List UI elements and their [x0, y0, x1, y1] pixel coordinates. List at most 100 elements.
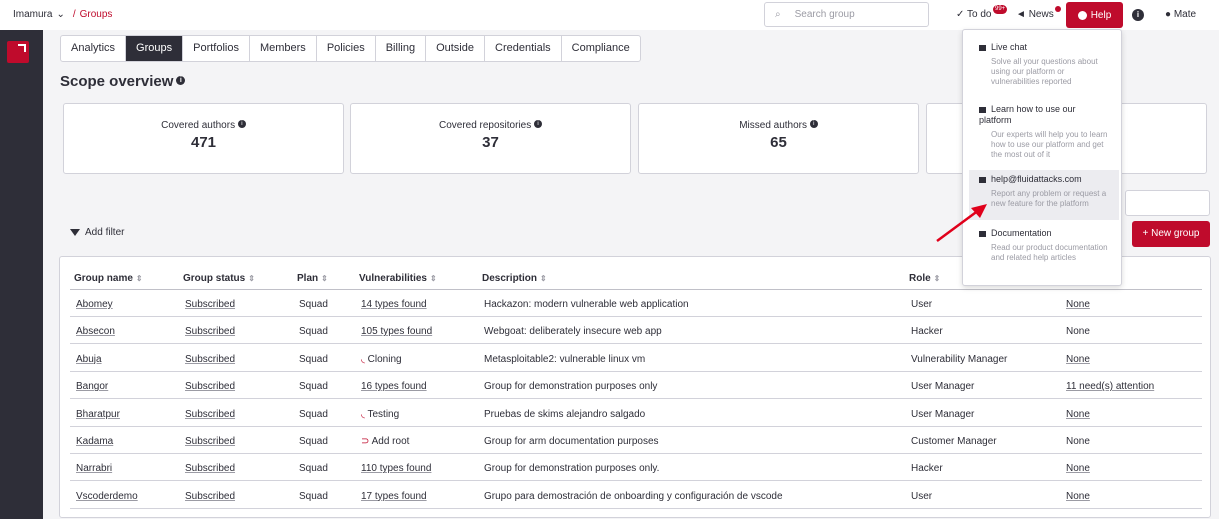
info-icon[interactable]: i — [237, 120, 246, 128]
news-button[interactable]: ◄ News — [1016, 9, 1054, 20]
table-row[interactable]: Narrabri Subscribed Squad 110 types found Gr… — [70, 454, 1202, 482]
group-events[interactable]: None — [1066, 299, 1090, 310]
table-row[interactable]: Absecon Subscribed Squad 105 types found Web… — [70, 317, 1202, 345]
group-events[interactable]: None — [1066, 491, 1090, 502]
group-events[interactable]: None — [1066, 409, 1090, 420]
header-role[interactable]: Role ⇕ — [909, 273, 940, 284]
group-name-link[interactable]: Abomey — [76, 299, 113, 310]
sort-icon[interactable]: ⇕ — [248, 274, 255, 283]
tab-members[interactable]: Members — [250, 36, 317, 61]
top-bar: Imamura ⌄ / Groups ⌕ Search group ✓ To d… — [0, 0, 1219, 30]
status-spinner-icon: ◟ — [361, 353, 368, 365]
sort-icon[interactable]: ⇕ — [934, 274, 941, 283]
group-plan: Squad — [299, 463, 328, 475]
group-plan: Squad — [299, 299, 328, 310]
table-row[interactable]: Abuja Subscribed Squad ◟ Cloning Metasploita… — [70, 345, 1202, 372]
header-plan[interactable]: Plan ⇕ — [297, 273, 328, 284]
table-row[interactable]: Vscoderdemo Subscribed Squad 17 types found… — [70, 482, 1202, 509]
group-role: Hacker — [911, 463, 943, 475]
header-label: Group status — [183, 273, 246, 284]
group-name-link[interactable]: Bangor — [76, 381, 108, 392]
tab-outside[interactable]: Outside — [426, 36, 485, 61]
group-events[interactable]: None — [1066, 354, 1090, 365]
menu-item-title: Live chat — [991, 42, 1028, 52]
group-status[interactable]: Subscribed — [185, 409, 235, 420]
search-input[interactable]: ⌕ Search group — [764, 2, 929, 27]
group-status[interactable]: Subscribed — [185, 354, 235, 365]
tab-groups[interactable]: Groups — [126, 36, 184, 61]
info-icon[interactable]: i — [534, 120, 543, 128]
menu-item-title: help@fluidattacks.com — [991, 174, 1082, 184]
header-description[interactable]: Description ⇕ — [482, 273, 547, 284]
group-events[interactable]: None — [1066, 463, 1090, 474]
group-vulnerabilities[interactable]: 16 types found — [361, 381, 427, 392]
table-row[interactable]: Abomey Subscribed Squad 14 types found Hacka… — [70, 290, 1202, 317]
todo-label: To do — [966, 9, 992, 20]
sort-icon[interactable]: ⇕ — [321, 274, 328, 283]
group-role: User — [911, 299, 933, 310]
info-icon[interactable]: i — [1132, 9, 1144, 21]
header-group-name[interactable]: Group name ⇕ — [74, 273, 143, 284]
table-search-input[interactable] — [1125, 190, 1210, 216]
new-group-button[interactable]: + New group — [1132, 221, 1210, 247]
sort-icon[interactable]: ⇕ — [430, 274, 437, 283]
group-name-link[interactable]: Kadama — [76, 436, 113, 447]
tab-billing[interactable]: Billing — [376, 36, 427, 61]
menu-item-description: Solve all your questions about using our… — [991, 57, 1098, 86]
vulnerabilities-text: 105 types found — [361, 326, 433, 338]
tab-portfolios[interactable]: Portfolios — [183, 36, 250, 61]
group-plan: Squad — [299, 408, 328, 420]
tab-policies[interactable]: Policies — [317, 36, 376, 61]
stat-card-covered-authors: Covered authors i 471 — [63, 103, 344, 174]
breadcrumb-org[interactable]: Imamura — [13, 9, 52, 20]
todo-button[interactable]: ✓ To do — [956, 9, 991, 20]
group-name-link[interactable]: Narrabri — [76, 463, 112, 474]
chevron-down-icon[interactable]: ⌄ — [56, 9, 64, 20]
table-row[interactable]: Kadama Subscribed Squad ⊃ Add root Group for… — [70, 427, 1202, 454]
menu-item-live-chat[interactable]: Live chat Solve all your questions about… — [969, 38, 1119, 91]
group-events[interactable]: 11 need(s) attention — [1066, 381, 1154, 392]
group-name-link[interactable]: Bharatpur — [76, 409, 120, 420]
group-vulnerabilities[interactable]: 110 types found — [361, 463, 431, 474]
help-button[interactable]: Help — [1066, 2, 1123, 28]
stat-label: Missed authors — [739, 120, 808, 131]
vulnerabilities-text: 110 types found — [361, 463, 432, 475]
annotation-arrow — [936, 204, 987, 243]
info-icon[interactable]: i — [176, 76, 186, 85]
group-role: Customer Manager — [911, 436, 997, 447]
header-group-status[interactable]: Group status ⇕ — [183, 273, 255, 284]
tab-credentials[interactable]: Credentials — [485, 36, 562, 61]
sort-icon[interactable]: ⇕ — [540, 274, 547, 283]
group-status[interactable]: Subscribed — [185, 491, 235, 502]
group-status[interactable]: Subscribed — [185, 436, 235, 447]
logo-icon[interactable] — [7, 41, 29, 63]
group-name-link[interactable]: Abuja — [76, 354, 102, 365]
menu-item-description: Report any problem or request a new feat… — [991, 189, 1107, 208]
group-vulnerabilities[interactable]: 17 types found — [361, 491, 427, 502]
tab-analytics[interactable]: Analytics — [61, 36, 127, 61]
group-status[interactable]: Subscribed — [185, 326, 235, 337]
group-events[interactable]: None — [1066, 326, 1090, 337]
table-row[interactable]: Bangor Subscribed Squad 16 types found Group… — [70, 372, 1202, 400]
group-name-link[interactable]: Absecon — [76, 326, 115, 337]
group-events[interactable]: None — [1066, 436, 1090, 447]
sort-icon[interactable]: ⇕ — [136, 274, 143, 283]
menu-item-learn[interactable]: Learn how to use our platform Our expert… — [969, 100, 1119, 164]
news-label: News — [1028, 9, 1054, 20]
group-name-link[interactable]: Vscoderdemo — [76, 491, 138, 502]
group-status[interactable]: Subscribed — [185, 463, 235, 474]
breadcrumb-current[interactable]: Groups — [80, 9, 113, 20]
group-status[interactable]: Subscribed — [185, 299, 235, 310]
vulnerabilities-text: Add root — [371, 436, 410, 447]
group-status[interactable]: Subscribed — [185, 381, 235, 392]
menu-item-description: Read our product documentation and relat… — [991, 243, 1108, 262]
group-vulnerabilities[interactable]: 14 types found — [361, 299, 427, 310]
page-title: Scope overview i — [60, 73, 186, 90]
user-menu[interactable]: ● Mate — [1165, 9, 1196, 20]
info-icon[interactable]: i — [809, 120, 818, 128]
header-vulnerabilities[interactable]: Vulnerabilities ⇕ — [359, 273, 437, 284]
tab-compliance[interactable]: Compliance — [562, 36, 640, 61]
group-vulnerabilities[interactable]: 105 types found — [361, 326, 432, 337]
add-filter-button[interactable]: Add filter — [70, 227, 124, 238]
table-row[interactable]: Bharatpur Subscribed Squad ◟ Testing Pruebas… — [70, 400, 1202, 427]
